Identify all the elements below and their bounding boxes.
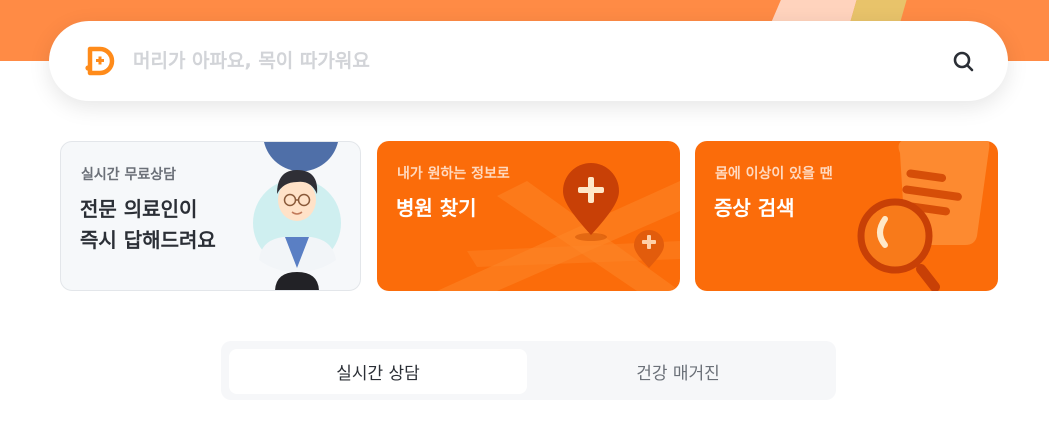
content-tabs: 실시간 상담 건강 매거진: [221, 341, 836, 400]
consult-title-line1: 전문 의료인이: [80, 197, 198, 221]
doctor-app-logo-icon: [85, 46, 115, 76]
symptom-title: 증상 검색: [714, 196, 795, 220]
card-symptom-search[interactable]: 몸에 이상이 있을 땐 증상 검색: [695, 141, 998, 291]
search-input[interactable]: [133, 42, 913, 80]
tab-live-consult[interactable]: 실시간 상담: [229, 349, 527, 394]
page: 실시간 무료상담 전문 의료인이 즉시 답해드려요 내가 원하는 정보로 병: [0, 0, 1049, 426]
symptom-subtitle: 몸에 이상이 있을 땐: [715, 166, 833, 182]
card-find-hospital[interactable]: 내가 원하는 정보로 병원 찾기: [377, 141, 680, 291]
search-icon[interactable]: [950, 48, 978, 76]
card-live-consult[interactable]: 실시간 무료상담 전문 의료인이 즉시 답해드려요: [60, 141, 361, 291]
magnifier-icon: [857, 198, 940, 291]
hospital-title: 병원 찾기: [396, 196, 477, 220]
consult-subtitle: 실시간 무료상담: [81, 167, 177, 183]
tab-health-magazine[interactable]: 건강 매거진: [529, 349, 827, 394]
hospital-subtitle: 내가 원하는 정보로: [397, 166, 510, 182]
consult-title-line2: 즉시 답해드려요: [80, 228, 216, 252]
